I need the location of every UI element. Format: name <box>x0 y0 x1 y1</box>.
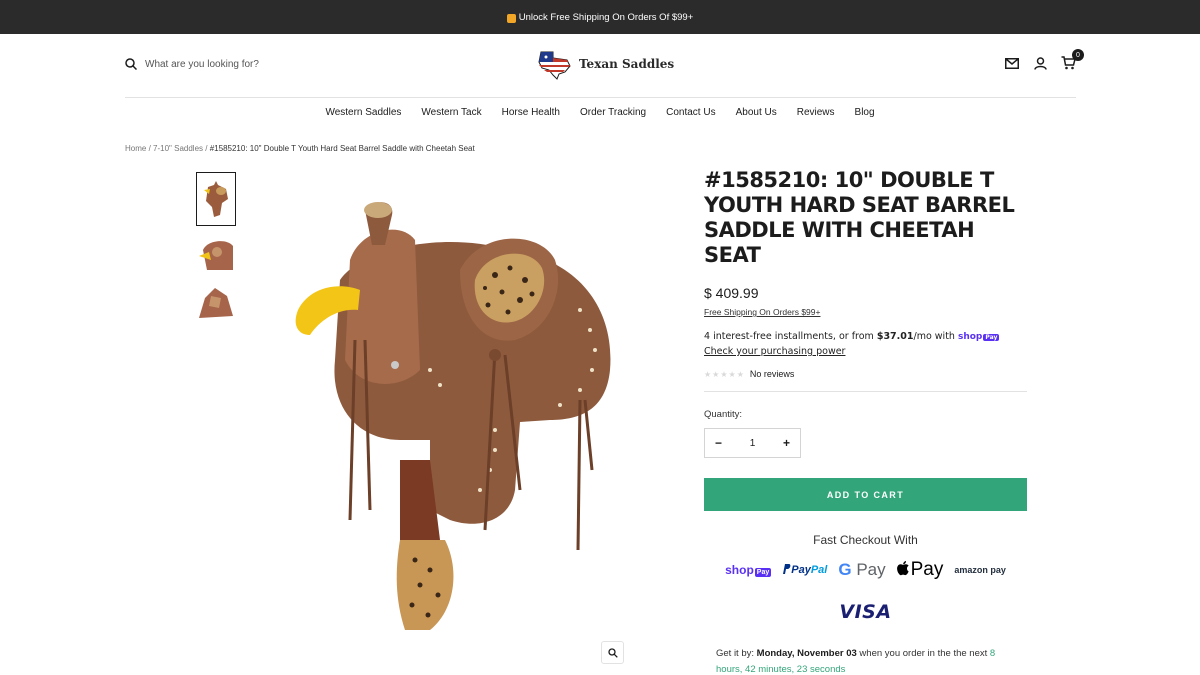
zoom-button[interactable] <box>601 641 624 664</box>
search-icon[interactable] <box>125 58 137 70</box>
fast-checkout-heading: Fast Checkout With <box>813 533 918 547</box>
delivery-estimate: Get it by: Monday, November 03 when you … <box>716 646 1016 675</box>
payment-methods: shop Pay PayPal G Pay Pay amazon pay <box>704 559 1027 581</box>
cart-button[interactable]: 0 <box>1060 49 1084 71</box>
user-icon <box>1033 56 1047 70</box>
paypal-payment-logo[interactable]: PayPal <box>782 564 827 576</box>
quantity-input[interactable]: 1 <box>750 438 756 449</box>
nav-item-blog[interactable]: Blog <box>855 107 875 118</box>
lock-icon <box>506 13 516 23</box>
nav-item-about-us[interactable]: About Us <box>736 107 777 118</box>
saddle-product-image <box>295 202 611 630</box>
header-actions: 0 <box>1004 49 1084 71</box>
check-purchasing-power-link[interactable]: Check your purchasing power <box>704 346 845 357</box>
saddle-thumbnail-image <box>204 181 228 217</box>
paypal-text-2: Pal <box>810 564 828 576</box>
shoppay-payment-logo[interactable]: shop Pay <box>725 563 772 577</box>
paypal-text-1: Pay <box>791 564 811 576</box>
nav-item-contact-us[interactable]: Contact Us <box>666 107 715 118</box>
delivery-middle: when you order in the the next <box>856 648 990 659</box>
search-input[interactable]: What are you looking for? <box>145 59 259 70</box>
quantity-increase-button[interactable]: + <box>783 436 790 450</box>
breadcrumb-separator: / <box>148 144 151 153</box>
star-rating-icon: ★★★★★ <box>704 369 745 379</box>
breadcrumb-separator: / <box>205 144 208 153</box>
visa-text: VISA <box>839 601 892 623</box>
gpay-text: Pay <box>856 560 886 579</box>
amazon-pay-logo[interactable]: amazon pay <box>954 565 1006 575</box>
search-box[interactable]: What are you looking for? <box>125 58 259 70</box>
shoppay-logo: shop Pay <box>957 330 1000 345</box>
nav-item-order-tracking[interactable]: Order Tracking <box>580 107 646 118</box>
apple-icon <box>896 561 909 576</box>
add-to-cart-button[interactable]: ADD TO CART <box>704 478 1027 511</box>
product-price: $ 409.99 <box>704 285 759 301</box>
nav-item-horse-health[interactable]: Horse Health <box>502 107 560 118</box>
saddle-thumbnail-image <box>199 288 233 318</box>
zoom-icon <box>607 647 618 658</box>
site-logo[interactable]: Texan Saddles <box>537 48 674 80</box>
installments-info: 4 interest-free installments, or from $3… <box>704 330 1027 359</box>
breadcrumb-home[interactable]: Home <box>125 144 146 153</box>
texas-flag-logo-icon <box>538 51 571 80</box>
main-nav: Western Saddles Western Tack Horse Healt… <box>0 98 1200 126</box>
thumbnail-list <box>196 172 236 330</box>
saddle-thumbnail-image <box>199 241 233 270</box>
nav-item-western-tack[interactable]: Western Tack <box>421 107 481 118</box>
installments-amount: $37.01 <box>876 331 914 342</box>
free-shipping-link[interactable]: Free Shipping On Orders $99+ <box>704 307 1027 317</box>
shoppay-text: shop <box>725 563 754 577</box>
shoppay-badge: Pay <box>754 568 772 577</box>
announcement-text: Unlock Free Shipping On Orders Of $99+ <box>518 11 694 23</box>
visa-logo: VISA <box>704 601 1027 623</box>
site-header: What are you looking for? Texan Saddles <box>125 34 1084 98</box>
google-pay-logo[interactable]: G Pay <box>838 560 885 580</box>
breadcrumb: Home / 7-10" Saddles / #1585210: 10" Dou… <box>125 144 475 153</box>
mail-icon <box>1005 57 1019 69</box>
nav-item-reviews[interactable]: Reviews <box>797 107 835 118</box>
thumbnail-1[interactable] <box>196 172 236 226</box>
google-g-icon: G <box>838 560 852 579</box>
reviews-count: No reviews <box>749 369 795 379</box>
product-info: #1585210: 10" Double T Youth Hard Seat B… <box>704 168 1027 623</box>
logo-text: Texan Saddles <box>579 57 675 71</box>
breadcrumb-current: #1585210: 10" Double T Youth Hard Seat B… <box>209 144 475 153</box>
shoppay-logo-badge: Pay <box>983 334 1000 341</box>
announcement-bar: Unlock Free Shipping On Orders Of $99+ <box>0 0 1200 34</box>
apple-pay-text: Pay <box>910 559 944 580</box>
nav-item-western-saddles[interactable]: Western Saddles <box>325 107 401 118</box>
product-title: #1585210: 10" Double T Youth Hard Seat B… <box>704 168 1015 267</box>
delivery-date: Monday, November 03 <box>756 648 857 659</box>
delivery-prefix: Get it by: <box>716 648 757 659</box>
breadcrumb-category[interactable]: 7-10" Saddles <box>153 144 203 153</box>
quantity-label: Quantity: <box>704 409 743 420</box>
installments-suffix: /mo with <box>913 331 955 342</box>
quantity-decrease-button[interactable]: − <box>715 436 722 450</box>
installments-prefix: 4 interest-free installments, or from <box>704 331 877 342</box>
newsletter-button[interactable] <box>1004 55 1020 71</box>
shoppay-logo-text: shop <box>957 332 983 342</box>
account-button[interactable] <box>1032 55 1048 71</box>
paypal-icon <box>783 564 791 574</box>
cart-count-badge: 0 <box>1072 49 1084 61</box>
product-main-image[interactable] <box>280 190 630 650</box>
thumbnail-2[interactable] <box>196 234 236 274</box>
thumbnail-3[interactable] <box>196 282 236 322</box>
quantity-stepper: − 1 + <box>704 428 801 458</box>
reviews-summary[interactable]: ★★★★★ No reviews <box>704 369 1027 392</box>
apple-pay-logo[interactable]: Pay <box>896 559 944 581</box>
